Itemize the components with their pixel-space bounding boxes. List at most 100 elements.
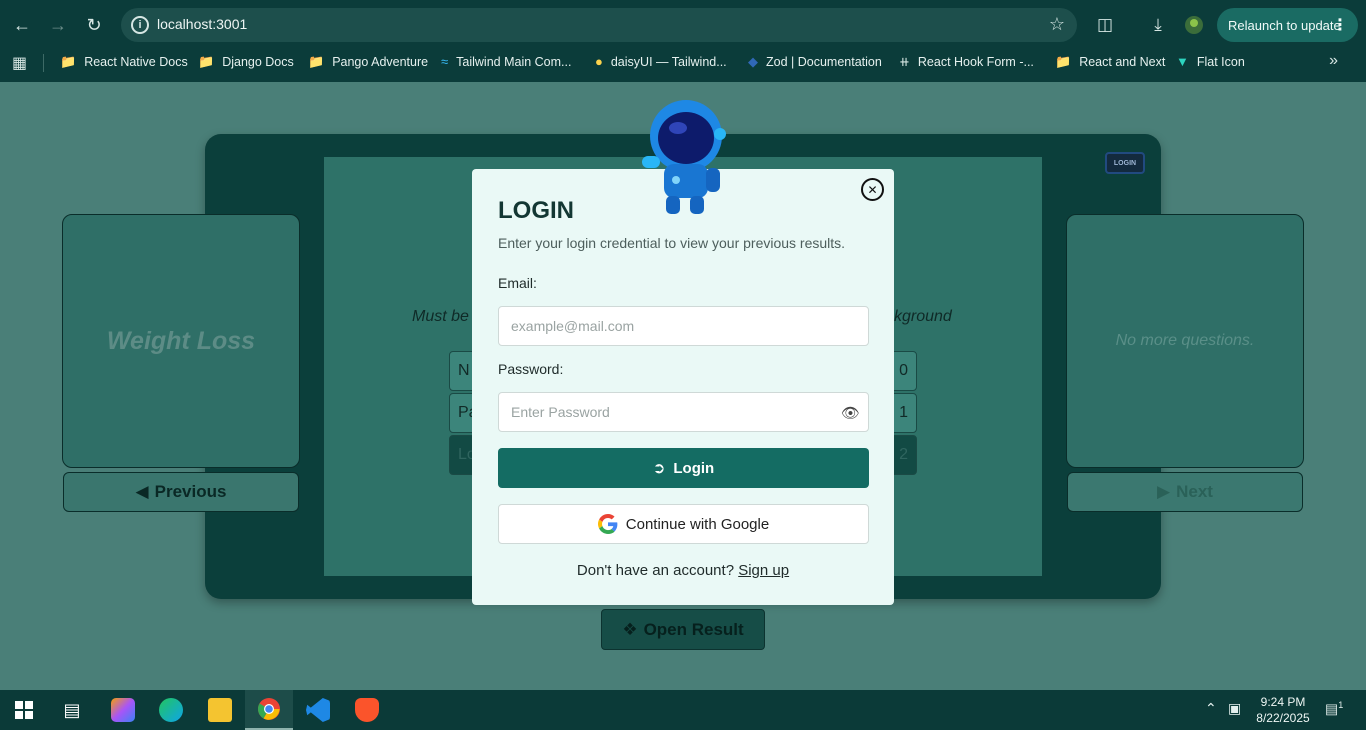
- google-signin-button[interactable]: Continue with Google: [498, 504, 869, 544]
- signup-prompt-text: Don't have an account?: [576, 562, 735, 579]
- bookmark-label: daisyUI — Tailwind...: [610, 54, 727, 69]
- bookmark-label: React and Next: [1079, 55, 1166, 69]
- email-placeholder: example@mail.com: [511, 318, 635, 334]
- card-title: Weight Loss: [106, 326, 256, 355]
- bookmark-item[interactable]: 📁 React Native Docs: [60, 54, 188, 70]
- bookmark-label: React Native Docs: [84, 55, 188, 69]
- astronaut-mascot-icon: [642, 100, 726, 214]
- task-view-button[interactable]: ▤: [48, 690, 96, 730]
- signup-link[interactable]: Sign up: [738, 562, 789, 579]
- network-icon[interactable]: ▣: [1228, 700, 1241, 717]
- folder-icon: 📁: [1055, 54, 1072, 69]
- chevron-up-icon[interactable]: ⌃: [1205, 700, 1217, 717]
- option-text: N: [458, 362, 470, 379]
- open-result-button[interactable]: ❖ Open Result: [601, 609, 765, 650]
- bookmark-star-icon[interactable]: ☆: [1049, 14, 1065, 35]
- windows-logo-icon: [15, 701, 33, 719]
- windows-taskbar: ▤ ⌃ ▣ 9:24 PM 8/22/2025 ▤1: [0, 690, 1366, 730]
- notification-count: 1: [1338, 700, 1344, 710]
- taskbar-app-brave[interactable]: [343, 690, 391, 730]
- system-clock[interactable]: 9:24 PM 8/22/2025: [1250, 694, 1316, 726]
- close-icon[interactable]: ✕: [861, 178, 884, 201]
- brave-icon: [355, 698, 379, 722]
- password-label: Password:: [498, 361, 564, 377]
- notification-icon[interactable]: ▤1: [1325, 700, 1343, 718]
- zod-icon: ◆: [748, 54, 758, 69]
- previous-button[interactable]: ◀ Previous: [63, 472, 299, 512]
- password-placeholder: Enter Password: [511, 404, 610, 420]
- bookmark-item[interactable]: ≈ Tailwind Main Com...: [441, 54, 571, 69]
- login-button-label: Login: [673, 459, 715, 477]
- next-button[interactable]: ▶ Next: [1067, 472, 1303, 512]
- previous-question-card: Weight Loss: [62, 214, 300, 468]
- bookmark-label: Zod | Documentation: [766, 55, 882, 69]
- modal-subtitle: Enter your login credential to view your…: [498, 235, 846, 251]
- bookmark-item[interactable]: ◆ Zod | Documentation: [748, 54, 882, 70]
- taskbar-app-edge[interactable]: [147, 690, 195, 730]
- chrome-icon: [258, 698, 280, 720]
- task-view-icon: ▤: [63, 699, 81, 720]
- bookmark-label: Django Docs: [222, 55, 294, 69]
- password-field[interactable]: Enter Password 👁: [498, 392, 869, 432]
- modal-title: LOGIN: [498, 197, 574, 224]
- bookmark-label: Flat Icon: [1196, 54, 1245, 69]
- rhf-icon: ⧺: [899, 54, 910, 69]
- clock-date: 8/22/2025: [1256, 711, 1310, 725]
- bookmark-item[interactable]: ⧺ React Hook Form -...: [899, 54, 1034, 70]
- option-count: 0: [899, 362, 908, 379]
- reload-icon[interactable]: ↻: [81, 12, 107, 38]
- signup-prompt: Don't have an account? Sign up: [472, 562, 894, 579]
- card-message: No more questions.: [1115, 332, 1255, 349]
- download-icon[interactable]: ⤓: [1145, 12, 1171, 38]
- vscode-icon: [306, 698, 330, 722]
- url-text: localhost:3001: [157, 16, 248, 32]
- copilot-icon: [111, 698, 135, 722]
- google-icon: [597, 514, 618, 534]
- relaunch-button[interactable]: Relaunch to update ⋮: [1217, 8, 1358, 42]
- login-button[interactable]: ➲ Login: [498, 448, 869, 488]
- bookmark-item[interactable]: ▼ Flat Icon: [1176, 54, 1245, 69]
- login-arrow-icon: ➲: [652, 460, 666, 477]
- flaticon-icon: ▼: [1176, 54, 1189, 69]
- profile-avatar[interactable]: [1181, 12, 1207, 38]
- previous-label: Previous: [154, 482, 227, 501]
- relaunch-label: Relaunch to update: [1228, 17, 1341, 33]
- apps-grid-icon[interactable]: ▦: [12, 53, 27, 73]
- site-info-icon[interactable]: i: [131, 16, 149, 34]
- chevron-double-right-icon[interactable]: »: [1329, 52, 1338, 70]
- question-text-right: kground: [894, 308, 952, 325]
- daisyui-icon: ●: [595, 54, 603, 69]
- bookmark-label: Pango Adventure: [332, 55, 429, 69]
- bookmark-item[interactable]: ● daisyUI — Tailwind...: [595, 54, 727, 69]
- more-menu-icon[interactable]: ⋮: [1332, 15, 1348, 35]
- arrow-right-icon: ▶: [1157, 482, 1171, 501]
- bookmark-item[interactable]: 📁 React and Next: [1055, 54, 1165, 70]
- taskbar-app-copilot[interactable]: [99, 690, 147, 730]
- email-field[interactable]: example@mail.com: [498, 306, 869, 346]
- start-button[interactable]: [0, 690, 48, 730]
- login-modal: ✕ LOGIN Enter your login credential to v…: [472, 169, 894, 605]
- taskbar-app-chrome[interactable]: [245, 690, 293, 730]
- next-question-card: No more questions.: [1066, 214, 1304, 468]
- forward-icon[interactable]: →: [45, 12, 71, 38]
- next-label: Next: [1176, 482, 1213, 501]
- login-badge[interactable]: LOGIN: [1105, 152, 1145, 174]
- edge-icon: [159, 698, 183, 722]
- bookmark-item[interactable]: 📁 Pango Adventure: [308, 54, 428, 70]
- email-label: Email:: [498, 275, 537, 291]
- option-count: 1: [899, 404, 908, 421]
- tailwind-icon: ≈: [441, 54, 449, 69]
- bookmarks-divider: [43, 54, 44, 72]
- taskbar-app-explorer[interactable]: [196, 690, 244, 730]
- google-button-label: Continue with Google: [625, 515, 770, 533]
- eye-icon[interactable]: 👁: [841, 404, 860, 422]
- folder-icon: 📁: [198, 54, 215, 69]
- bookmark-item[interactable]: 📁 Django Docs: [198, 54, 294, 70]
- taskbar-app-vscode[interactable]: [294, 690, 342, 730]
- question-text-left: Must be: [412, 308, 469, 325]
- extensions-icon[interactable]: ◫: [1092, 12, 1118, 38]
- address-bar[interactable]: i localhost:3001 ☆: [121, 8, 1077, 42]
- bookmark-label: Tailwind Main Com...: [456, 54, 572, 69]
- result-icon: ❖: [622, 619, 638, 639]
- back-icon[interactable]: ←: [9, 12, 35, 38]
